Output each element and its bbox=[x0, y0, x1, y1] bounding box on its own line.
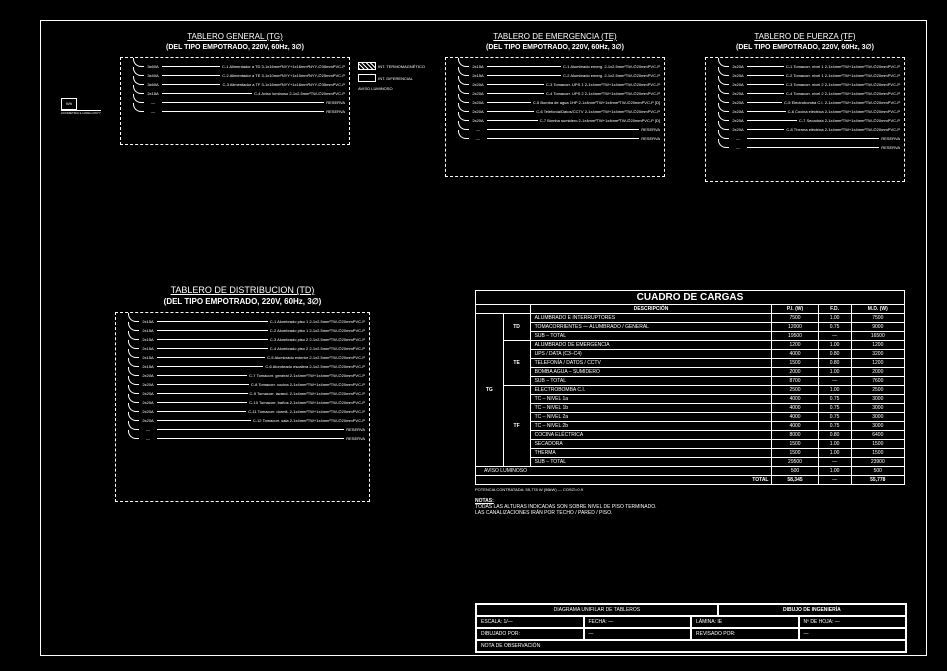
title-block: DIAGRAMA UNIFILAR DE TABLEROS DIBUJO DE … bbox=[475, 603, 907, 653]
panel-tg-sub: (DEL TIPO EMPOTRADO, 220V, 60Hz, 3∅) bbox=[120, 43, 350, 51]
circuit-row: 2x20AC-9 Tomacorr. lavand. 2-1x4mm²TW+1x… bbox=[128, 389, 365, 398]
circuit-row: 3x60AC-3 Alimentador a TF 3-1x16mm²NYY+1… bbox=[133, 80, 345, 89]
meter-icon: Wh bbox=[61, 98, 77, 110]
panel-td-title: TABLERO DE DISTRIBUCION (TD) bbox=[115, 285, 370, 295]
circuit-row: 2x20AC-7 Bomba sumidero 2-1x4mm²TW+1x4mm… bbox=[458, 116, 660, 125]
circuit-row: —RESERVA bbox=[718, 134, 900, 143]
circuit-row: 2x20AC-5 Electrobomba C.I. 2-1x4mm²TW+1x… bbox=[718, 98, 900, 107]
panel-te-sub: (DEL TIPO EMPOTRADO, 220V, 60Hz, 3∅) bbox=[445, 43, 665, 51]
panel-tg-title: TABLERO GENERAL (TG) bbox=[120, 32, 350, 41]
circuit-row: 2x20AC-12 Tomacorr. sala 2-1x4mm²TW+1x4m… bbox=[128, 416, 365, 425]
tg-feed: Wh ACOMETIDA 3-1x50mm²NYY bbox=[61, 98, 121, 115]
circuit-row: 2x20AC-1 Tomacorr. nivel 1 2-1x4mm²TW+1x… bbox=[718, 62, 900, 71]
circuit-row: 2x20AC-3 Tomacorr. nivel 2 2-1x4mm²TW+1x… bbox=[718, 80, 900, 89]
tg-legend: INT. TERMOMAGNÉTICO INT. DIFERENCIAL AVI… bbox=[358, 62, 425, 95]
circuit-row: —RESERVA bbox=[458, 134, 660, 143]
circuit-row: 2x20AC-7 Tomacorr. general 2-1x4mm²TW+1x… bbox=[128, 371, 365, 380]
notes: NOTAS: TODAS LAS ALTURAS INDICADAS SON S… bbox=[475, 498, 905, 516]
circuit-row: 2x15AC-2 Alumbrado piso 1 2-1x2.5mm²TW-∅… bbox=[128, 326, 365, 335]
circuit-row: 3x60AC-1 Alimentador a TD 3-1x16mm²NYY+1… bbox=[133, 62, 345, 71]
panel-td-box: 2x15AC-1 Alumbrado piso 1 2-1x2.5mm²TW-∅… bbox=[115, 312, 370, 502]
panel-td-sub: (DEL TIPO EMPOTRADO, 220V, 60Hz, 3∅) bbox=[115, 297, 370, 306]
panel-tf-box: 2x20AC-1 Tomacorr. nivel 1 2-1x4mm²TW+1x… bbox=[705, 57, 905, 182]
circuit-row: 2x20AC-7 Secadora 2-1x4mm²TW+1x4mm²TW-∅2… bbox=[718, 116, 900, 125]
circuit-row: —RESERVA bbox=[458, 125, 660, 134]
circuit-row: —RESERVA bbox=[128, 434, 365, 443]
circuit-row: 2x20AC-3 Tomacorr. UPS 1 2-1x4mm²TW+1x4m… bbox=[458, 80, 660, 89]
circuit-row: 2x20AC-6 Telefonía/Datos/CCTV 2-1x4mm²TW… bbox=[458, 107, 660, 116]
circuit-list: 2x15AC-1 Alumbrado piso 1 2-1x2.5mm²TW-∅… bbox=[128, 317, 365, 443]
circuit-row: 2x20AC-4 Tomacorr. nivel 2 2-1x4mm²TW+1x… bbox=[718, 89, 900, 98]
circuit-row: 2x15AC-5 Alumbrado exterior 2-1x2.5mm²TW… bbox=[128, 353, 365, 362]
circuit-row: —RESERVA bbox=[718, 143, 900, 152]
panel-te: TABLERO DE EMERGENCIA (TE) (DEL TIPO EMP… bbox=[445, 32, 665, 177]
circuit-row: 2x20AC-2 Tomacorr. nivel 1 2-1x4mm²TW+1x… bbox=[718, 71, 900, 80]
load-footer: POTENCIA CONTRATADA: 55,778 W (56kW) — C… bbox=[475, 487, 905, 492]
circuit-row: —RESERVA bbox=[133, 98, 345, 107]
panel-tg: TABLERO GENERAL (TG) (DEL TIPO EMPOTRADO… bbox=[120, 32, 350, 145]
circuit-list: 2x20AC-1 Tomacorr. nivel 1 2-1x4mm²TW+1x… bbox=[718, 62, 900, 152]
circuit-list: 3x60AC-1 Alimentador a TD 3-1x16mm²NYY+1… bbox=[133, 62, 345, 116]
load-table: CUADRO DE CARGAS DESCRIPCIÓN P.I. (W) F.… bbox=[475, 290, 905, 516]
circuit-row: 2x20AC-10 Tomacorr. baños 2-1x4mm²TW+1x4… bbox=[128, 398, 365, 407]
circuit-row: —RESERVA bbox=[128, 425, 365, 434]
circuit-row: 2x15AC-3 Alumbrado piso 2 2-1x2.5mm²TW-∅… bbox=[128, 335, 365, 344]
circuit-row: 2x15AC-4 Alumbrado piso 2 2-1x2.5mm²TW-∅… bbox=[128, 344, 365, 353]
circuit-row: 2x15AC-1 Alumbrado emerg. 2-1x2.5mm²TW-∅… bbox=[458, 62, 660, 71]
circuit-row: 2x15AC-1 Alumbrado piso 1 2-1x2.5mm²TW-∅… bbox=[128, 317, 365, 326]
circuit-row: 2x20AC-11 Tomacorr. dormit. 2-1x4mm²TW+1… bbox=[128, 407, 365, 416]
panel-te-title: TABLERO DE EMERGENCIA (TE) bbox=[445, 32, 665, 41]
circuit-row: 2x15AC-6 Alumbrado escalera 2-1x2.5mm²TW… bbox=[128, 362, 365, 371]
circuit-row: 2x15AC-4 Aviso luminoso 2-1x2.5mm²TW-∅20… bbox=[133, 89, 345, 98]
circuit-row: 2x20AC-4 Tomacorr. UPS 2 2-1x4mm²TW+1x4m… bbox=[458, 89, 660, 98]
circuit-row: 2x15AC-2 Alumbrado emerg. 2-1x2.5mm²TW-∅… bbox=[458, 71, 660, 80]
panel-tf-sub: (DEL TIPO EMPOTRADO, 220V, 60Hz, 3∅) bbox=[705, 43, 905, 51]
circuit-row: 3x40AC-2 Alimentador a TE 3-1x10mm²NYY+1… bbox=[133, 71, 345, 80]
panel-td: TABLERO DE DISTRIBUCION (TD) (DEL TIPO E… bbox=[115, 285, 370, 502]
circuit-row: 2x20AC-8 Therma eléctrica 2-1x4mm²TW+1x4… bbox=[718, 125, 900, 134]
circuit-list: 2x15AC-1 Alumbrado emerg. 2-1x2.5mm²TW-∅… bbox=[458, 62, 660, 143]
panel-te-box: 2x15AC-1 Alumbrado emerg. 2-1x2.5mm²TW-∅… bbox=[445, 57, 665, 177]
circuit-row: —RESERVA bbox=[133, 107, 345, 116]
circuit-row: 2x20AC-6 Cocina eléctrica 2-1x4mm²TW+1x4… bbox=[718, 107, 900, 116]
panel-tf: TABLERO DE FUERZA (TF) (DEL TIPO EMPOTRA… bbox=[705, 32, 905, 182]
circuit-row: 2x20AC-5 Bomba de agua 1HP 2-1x4mm²TW+1x… bbox=[458, 98, 660, 107]
panel-tf-title: TABLERO DE FUERZA (TF) bbox=[705, 32, 905, 41]
panel-tg-box: 3x60AC-1 Alimentador a TD 3-1x16mm²NYY+1… bbox=[120, 57, 350, 145]
circuit-row: 2x20AC-8 Tomacorr. cocina 2-1x4mm²TW+1x4… bbox=[128, 380, 365, 389]
load-table-title: CUADRO DE CARGAS bbox=[476, 291, 905, 305]
